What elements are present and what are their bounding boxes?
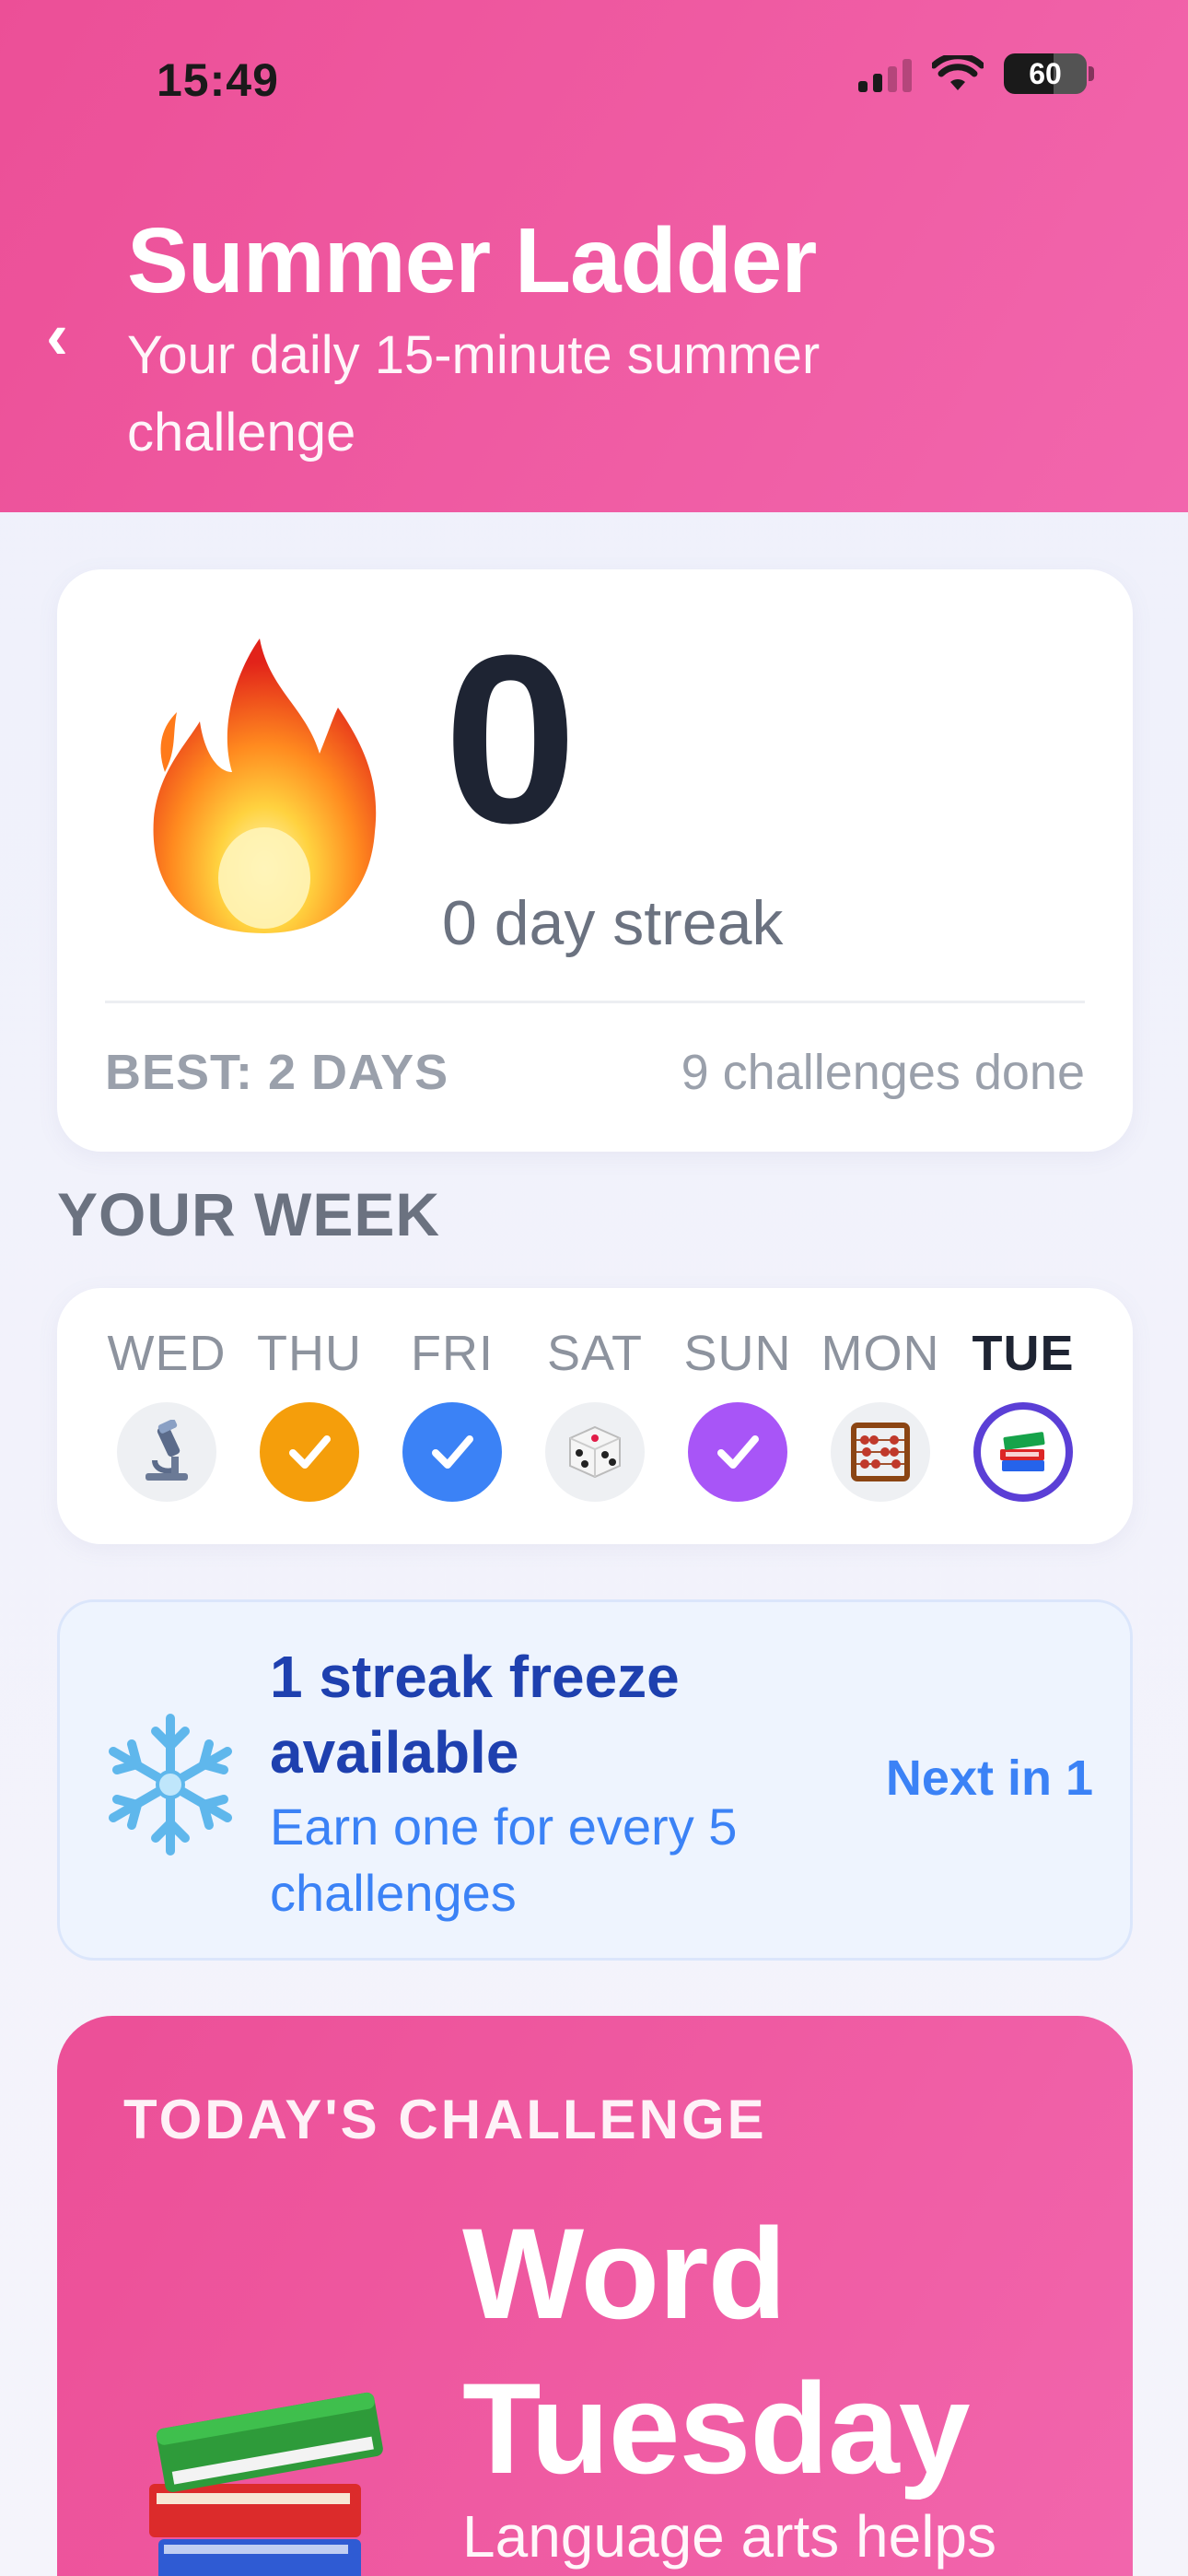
day-wed[interactable]: WED bbox=[98, 1325, 236, 1502]
day-label: SUN bbox=[683, 1326, 792, 1381]
day-label: SAT bbox=[546, 1326, 643, 1381]
dice-icon bbox=[545, 1402, 645, 1502]
day-mon[interactable]: MON bbox=[811, 1325, 949, 1502]
page-title: Summer Ladder bbox=[127, 209, 817, 312]
challenge-subtitle: Language arts helps bbox=[462, 2503, 996, 2570]
week-section-label: YOUR WEEK bbox=[57, 1180, 441, 1248]
streak-card: 0 0 day streak BEST: 2 DAYS 9 challenges… bbox=[57, 569, 1133, 1152]
page-subtitle: Your daily 15-minute summer challenge bbox=[127, 325, 821, 463]
streak-label: 0 day streak bbox=[442, 888, 784, 958]
day-sat[interactable]: SAT bbox=[526, 1325, 664, 1502]
fire-icon bbox=[153, 638, 377, 933]
microscope-icon bbox=[117, 1402, 216, 1502]
todays-challenge-card[interactable]: TODAY'S CHALLENGE Word Tuesday Language … bbox=[57, 2016, 1133, 2576]
day-thu[interactable]: THU bbox=[240, 1325, 379, 1502]
checkmark-icon bbox=[260, 1402, 359, 1502]
header: 15:49 60 ‹ Summer Ladder Your daily 15-m… bbox=[0, 0, 1188, 512]
books-icon bbox=[973, 1402, 1073, 1502]
back-chevron-icon[interactable]: ‹ bbox=[46, 303, 92, 369]
abacus-icon bbox=[831, 1402, 930, 1502]
freeze-next-counter: Next in 1 bbox=[885, 1751, 1093, 1806]
divider bbox=[105, 1001, 1085, 1003]
wifi-icon bbox=[932, 55, 984, 90]
day-label: THU bbox=[257, 1326, 362, 1381]
freeze-subtitle: Earn one for every 5 challenges bbox=[270, 1797, 738, 1922]
snowflake-icon bbox=[109, 1714, 232, 1856]
checkmark-icon bbox=[688, 1402, 787, 1502]
streak-freeze-card[interactable]: 1 streak freeze available Earn one for e… bbox=[57, 1599, 1133, 1961]
day-label: MON bbox=[821, 1326, 940, 1381]
checkmark-icon bbox=[402, 1402, 502, 1502]
challenges-done: 9 challenges done bbox=[681, 1045, 1085, 1100]
books-icon bbox=[149, 2392, 383, 2576]
day-label: TUE bbox=[972, 1326, 1075, 1381]
week-card: WED THU FRI SAT SUN MON TUE bbox=[57, 1288, 1133, 1544]
day-tue[interactable]: TUE bbox=[954, 1325, 1092, 1502]
status-time: 15:49 bbox=[157, 54, 279, 106]
day-label: FRI bbox=[411, 1326, 494, 1381]
battery-level: 60 bbox=[1029, 56, 1062, 90]
best-streak: BEST: 2 DAYS bbox=[105, 1045, 449, 1100]
battery-icon: 60 bbox=[1004, 53, 1094, 94]
status-bar-right: 60 bbox=[858, 53, 1094, 94]
cellular-signal-icon bbox=[858, 55, 912, 92]
streak-count: 0 bbox=[444, 606, 577, 873]
freeze-title: 1 streak freeze available bbox=[270, 1644, 680, 1786]
challenge-title: Word Tuesday bbox=[462, 2201, 971, 2500]
day-label: WED bbox=[107, 1326, 227, 1381]
day-fri[interactable]: FRI bbox=[383, 1325, 521, 1502]
day-sun[interactable]: SUN bbox=[669, 1325, 807, 1502]
challenge-eyebrow: TODAY'S CHALLENGE bbox=[123, 2089, 767, 2150]
